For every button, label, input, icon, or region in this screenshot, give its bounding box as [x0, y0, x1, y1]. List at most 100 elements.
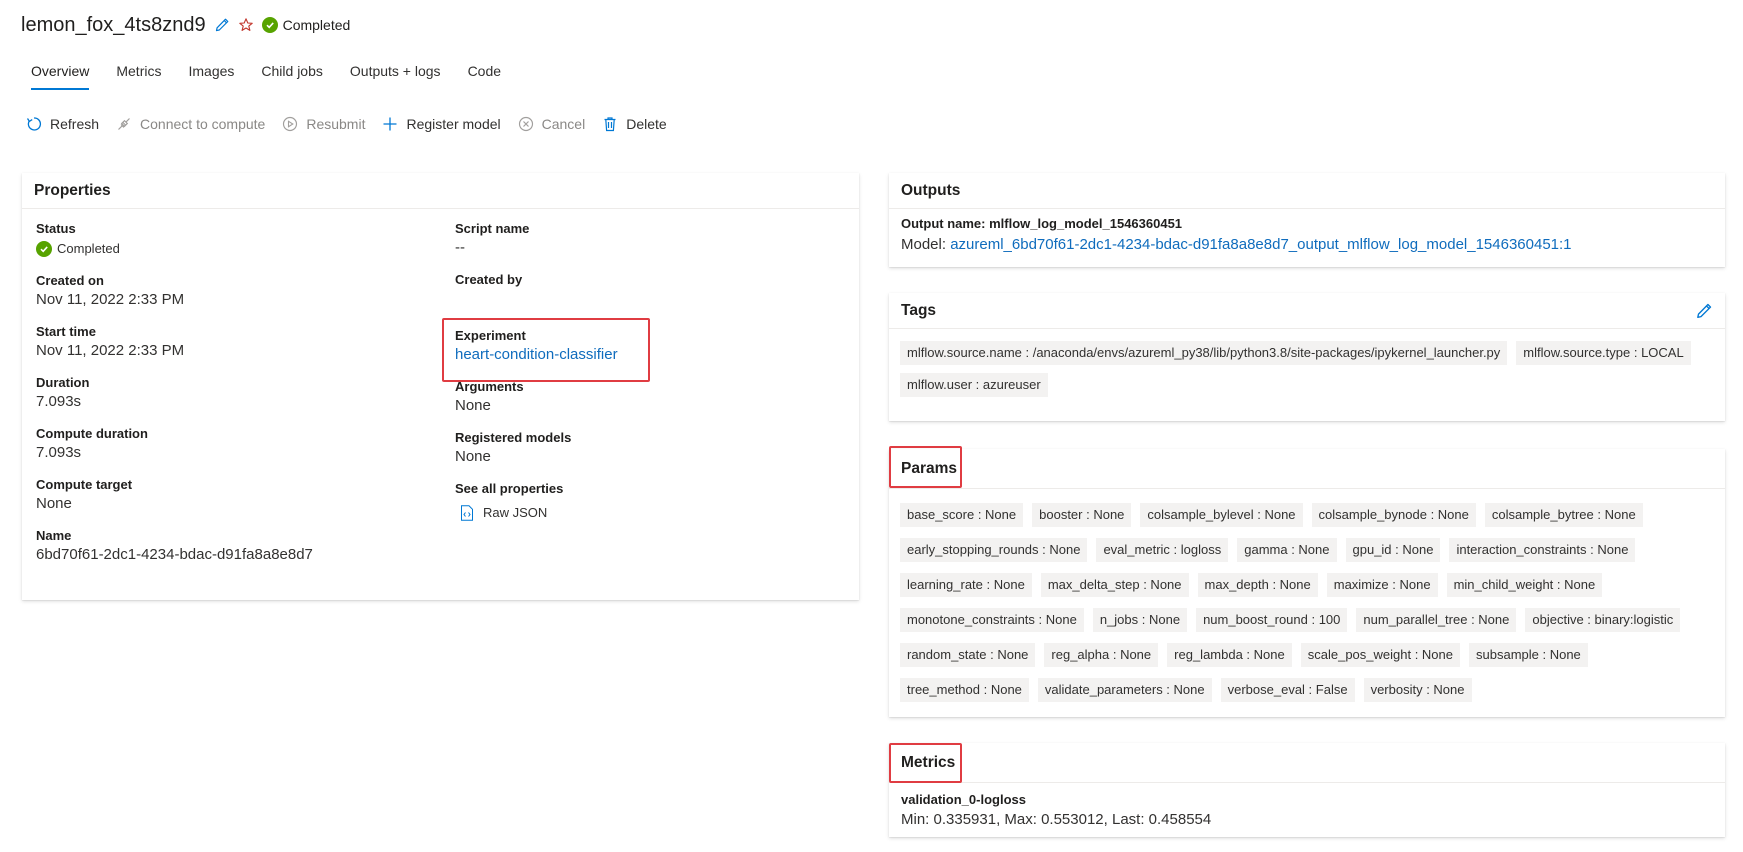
param-chip: objective : binary:logistic — [1525, 608, 1681, 632]
properties-left-column: Status Completed Created on Nov 11, 2022… — [36, 221, 416, 579]
edit-icon[interactable] — [214, 17, 230, 33]
plug-icon — [118, 118, 130, 130]
outputs-title: Outputs — [901, 181, 961, 199]
param-chip: base_score : None — [900, 503, 1024, 527]
prop-created-on: Created on Nov 11, 2022 2:33 PM — [36, 273, 416, 310]
prop-compute-target: Compute target None — [36, 477, 416, 514]
edit-tags-icon[interactable] — [1695, 302, 1713, 320]
metric-summary: Min: 0.335931, Max: 0.553012, Last: 0.45… — [901, 811, 1212, 828]
params-title: Params — [901, 459, 958, 477]
param-chip: colsample_bylevel : None — [1140, 503, 1303, 527]
param-chip: tree_method : None — [900, 678, 1029, 702]
metrics-card: Metrics validation_0-logloss Min: 0.3359… — [889, 743, 1725, 837]
param-chip: verbosity : None — [1363, 678, 1472, 702]
tab-overview[interactable]: Overview — [21, 60, 99, 90]
delete-button[interactable]: Delete — [602, 116, 667, 132]
cancel-circle-icon — [518, 116, 533, 132]
prop-label: Name — [36, 528, 72, 543]
param-chip: maximize : None — [1326, 573, 1438, 597]
json-file-icon — [461, 505, 473, 521]
refresh-icon — [26, 117, 42, 131]
prop-label: Start time — [36, 324, 96, 339]
properties-card: Properties Status Completed Created on N… — [22, 173, 859, 600]
prop-label: Script name — [455, 221, 530, 236]
metrics-header: Metrics — [889, 743, 1725, 783]
param-chip: colsample_bytree : None — [1484, 503, 1643, 527]
register-model-button[interactable]: Register model — [382, 116, 501, 132]
experiment-link[interactable]: heart-condition-classifier — [455, 346, 618, 363]
prop-label: Registered models — [455, 430, 572, 445]
star-icon[interactable] — [238, 17, 254, 33]
param-chip: reg_lambda : None — [1167, 643, 1292, 667]
prop-label: Duration — [36, 375, 90, 390]
prop-label: Compute target — [36, 477, 133, 492]
model-link[interactable]: azureml_6bd70f61-2dc1-4234-bdac-d91fa8a8… — [950, 236, 1571, 253]
status-value: Completed — [57, 241, 120, 256]
tags-title: Tags — [901, 301, 937, 319]
prop-status: Status Completed — [36, 221, 416, 259]
outputs-card: Outputs Output name: mlflow_log_model_15… — [889, 173, 1725, 267]
prop-label: Compute duration — [36, 426, 148, 441]
cancel-button[interactable]: Cancel — [518, 116, 585, 132]
job-title: lemon_fox_4ts8znd9 — [21, 13, 206, 36]
prop-value: Nov 11, 2022 2:33 PM — [36, 291, 185, 308]
tab-metrics[interactable]: Metrics — [106, 60, 171, 90]
resubmit-button[interactable]: Resubmit — [282, 116, 365, 132]
prop-compute-duration: Compute duration 7.093s — [36, 426, 416, 463]
raw-json-label: Raw JSON — [483, 505, 548, 520]
param-chip: verbose_eval : False — [1220, 678, 1355, 702]
tab-images[interactable]: Images — [178, 60, 244, 90]
tab-code[interactable]: Code — [458, 60, 511, 90]
job-header: lemon_fox_4ts8znd9 Completed — [21, 14, 350, 36]
connect-to-compute-button[interactable]: Connect to compute — [116, 116, 265, 132]
prop-label: Experiment — [455, 328, 526, 343]
param-chip: subsample : None — [1469, 643, 1588, 667]
tag-chip: mlflow.source.name : /anaconda/envs/azur… — [900, 341, 1508, 365]
prop-value: None — [455, 397, 491, 414]
status-badge: Completed — [261, 17, 351, 33]
trash-icon — [604, 117, 616, 132]
prop-script-name: Script name -- — [455, 221, 835, 258]
tab-outputs-logs[interactable]: Outputs + logs — [340, 60, 451, 90]
output-name: Output name: mlflow_log_model_1546360451 — [901, 216, 1183, 231]
param-chip: eval_metric : logloss — [1096, 538, 1229, 562]
metrics-title: Metrics — [901, 753, 956, 771]
param-chip: scale_pos_weight : None — [1300, 643, 1460, 667]
delete-label: Delete — [626, 116, 667, 132]
param-chip: reg_alpha : None — [1044, 643, 1159, 667]
tab-bar: Overview Metrics Images Child jobs Outpu… — [21, 60, 518, 90]
tag-list: mlflow.source.name : /anaconda/envs/azur… — [900, 341, 1713, 405]
command-bar: Refresh Connect to compute Resubmit Regi… — [26, 113, 684, 135]
refresh-button[interactable]: Refresh — [26, 116, 99, 132]
param-chip: gamma : None — [1237, 538, 1337, 562]
prop-arguments: Arguments None — [455, 379, 835, 416]
play-circle-icon — [283, 116, 298, 132]
tab-child-jobs[interactable]: Child jobs — [251, 60, 332, 90]
properties-header: Properties — [22, 173, 859, 209]
prop-label: Arguments — [455, 379, 524, 394]
prop-label: Status — [36, 221, 76, 236]
prop-see-all: See all properties Raw JSON — [455, 481, 835, 523]
param-chip: random_state : None — [900, 643, 1036, 667]
param-chip: n_jobs : None — [1092, 608, 1188, 632]
param-chip: gpu_id : None — [1345, 538, 1441, 562]
prop-name: Name 6bd70f61-2dc1-4234-bdac-d91fa8a8e8d… — [36, 528, 416, 565]
status-check-icon — [36, 241, 52, 257]
tags-card: Tags mlflow.source.name : /anaconda/envs… — [889, 293, 1725, 421]
params-card: Params base_score : None booster : None … — [889, 449, 1725, 717]
outputs-header: Outputs — [889, 173, 1725, 209]
status-text: Completed — [282, 17, 351, 33]
raw-json-button[interactable]: Raw JSON — [460, 503, 835, 523]
prop-value: None — [36, 495, 72, 512]
param-list: base_score : None booster : None colsamp… — [900, 503, 1725, 710]
model-prefix: Model: — [901, 236, 951, 253]
prop-label: Created by — [455, 272, 523, 287]
param-chip: min_child_weight : None — [1446, 573, 1603, 597]
prop-value: 7.093s — [36, 444, 82, 461]
prop-value: Completed — [36, 239, 416, 259]
param-chip: colsample_bynode : None — [1311, 503, 1476, 527]
params-header: Params — [889, 449, 1725, 489]
plus-icon — [383, 117, 397, 131]
prop-label: See all properties — [455, 481, 564, 496]
properties-right-column: Script name -- Created by Experiment hea… — [455, 221, 835, 537]
